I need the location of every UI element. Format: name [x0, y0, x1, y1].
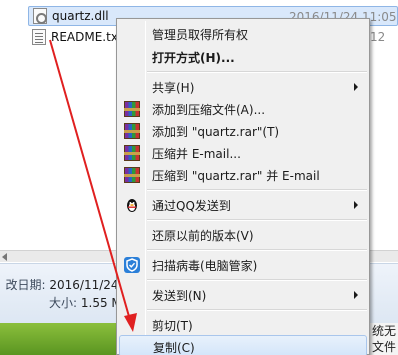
- shield-icon: [124, 257, 140, 273]
- modified-label: 改日期:: [5, 278, 46, 292]
- menu-item-label: 管理员取得所有权: [152, 28, 249, 42]
- dll-file-icon: [33, 8, 47, 24]
- menu-item-label: 复制(C): [153, 341, 195, 355]
- menu-item-cut[interactable]: 剪切(T): [119, 314, 367, 336]
- menu-item-share[interactable]: 共享(H): [119, 76, 367, 98]
- menu-item-open-with[interactable]: 打开方式(H)...: [119, 46, 367, 68]
- menu-item-compress-and-email[interactable]: 压缩并 E-mail...: [119, 142, 367, 164]
- taskbar-text: 统无: [372, 324, 397, 338]
- menu-item-label: 还原以前的版本(V): [152, 229, 254, 243]
- menu-item-label: 发送到(N): [152, 289, 207, 303]
- winrar-icon: [124, 101, 140, 117]
- menu-separator: [147, 219, 367, 221]
- detail-size: 大小: 1.55 MB: [0, 294, 130, 311]
- menu-item-send-to[interactable]: 发送到(N): [119, 284, 367, 306]
- menu-item-label: 打开方式(H)...: [152, 51, 235, 65]
- submenu-arrow-icon: [354, 83, 358, 91]
- menu-item-add-to-archive[interactable]: 添加到压缩文件(A)...: [119, 98, 367, 120]
- winrar-icon: [124, 145, 140, 161]
- file-name: README.txt: [51, 30, 123, 44]
- menu-item-take-ownership[interactable]: 管理员取得所有权: [119, 23, 367, 45]
- file-date: 12: [370, 30, 386, 44]
- text-file-icon: [32, 29, 46, 45]
- menu-item-label: 压缩并 E-mail...: [152, 147, 241, 161]
- menu-item-add-to-quartz-rar[interactable]: 添加到 "quartz.rar"(T): [119, 120, 367, 142]
- menu-item-restore-previous-versions[interactable]: 还原以前的版本(V): [119, 224, 367, 246]
- menu-separator: [147, 279, 367, 281]
- qq-penguin-icon: [124, 197, 140, 213]
- taskbar-text-2: 文件: [372, 340, 397, 354]
- menu-item-copy[interactable]: 复制(C): [119, 335, 367, 355]
- submenu-arrow-icon: [354, 291, 358, 299]
- winrar-icon: [124, 123, 140, 139]
- menu-item-scan-virus[interactable]: 扫描病毒(电脑管家): [119, 254, 367, 276]
- menu-item-label: 添加到压缩文件(A)...: [152, 103, 266, 117]
- winrar-icon: [124, 167, 140, 183]
- menu-item-label: 剪切(T): [152, 319, 193, 333]
- menu-separator: [147, 71, 367, 73]
- menu-item-label: 压缩到 "quartz.rar" 并 E-mail: [152, 169, 320, 183]
- file-name: quartz.dll: [52, 9, 109, 23]
- scroll-left-arrow-icon[interactable]: [2, 253, 7, 261]
- menu-separator: [147, 249, 367, 251]
- menu-separator: [147, 309, 367, 311]
- detail-modified: 改日期: 2016/11/24 1: [0, 276, 131, 293]
- size-label: 大小:: [49, 296, 78, 310]
- menu-item-compress-to-quartz-rar-and-email[interactable]: 压缩到 "quartz.rar" 并 E-mail: [119, 164, 367, 186]
- menu-separator: [147, 189, 367, 191]
- taskbar-panel: 统无 文件: [368, 323, 398, 355]
- menu-item-label: 添加到 "quartz.rar"(T): [152, 125, 280, 139]
- menu-item-send-via-qq[interactable]: 通过QQ发送到: [119, 194, 367, 216]
- submenu-arrow-icon: [354, 201, 358, 209]
- menu-item-label: 通过QQ发送到: [152, 199, 231, 213]
- context-menu: 管理员取得所有权 打开方式(H)... 共享(H) 添加到压缩文件(A)... …: [116, 18, 370, 355]
- menu-item-label: 扫描病毒(电脑管家): [152, 259, 258, 273]
- menu-item-label: 共享(H): [152, 81, 195, 95]
